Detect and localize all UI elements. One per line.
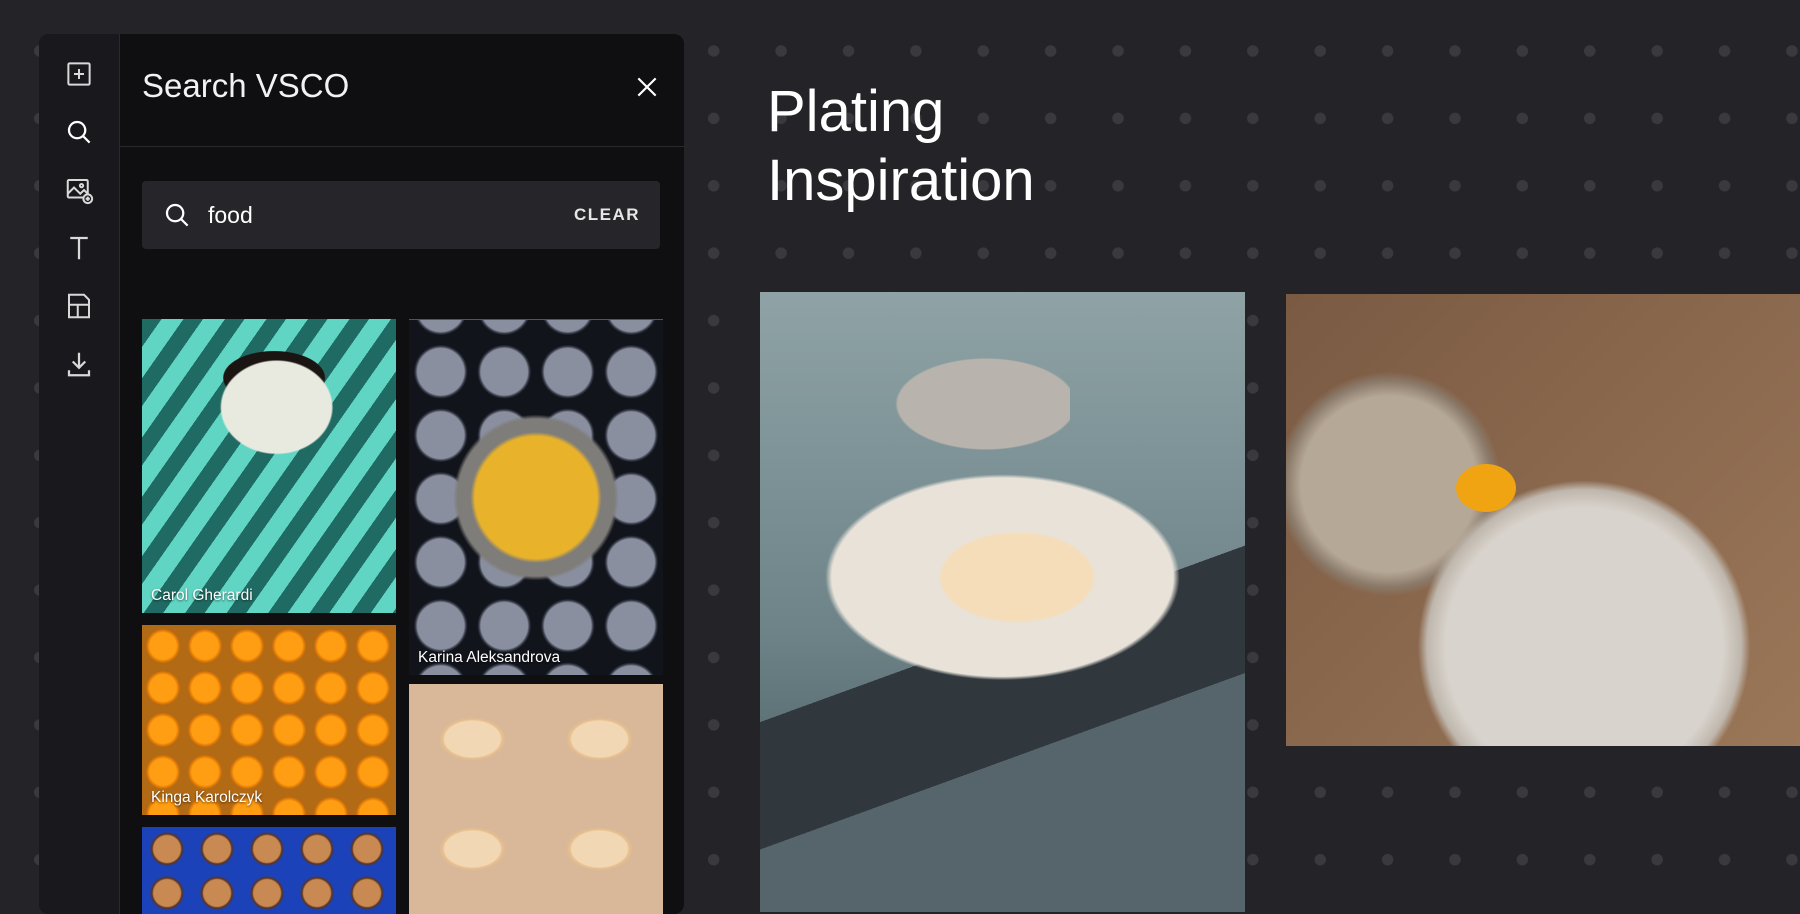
yolk-shape (1456, 464, 1516, 512)
close-icon[interactable] (634, 74, 660, 100)
search-icon (165, 203, 189, 227)
result-tile[interactable] (142, 827, 396, 914)
board-title-line: Plating (767, 79, 945, 144)
add-frame-button[interactable] (59, 54, 99, 94)
text-tool-button[interactable] (59, 228, 99, 268)
panel-title: Search VSCO (142, 67, 350, 104)
add-image-icon (66, 179, 94, 205)
board-image-plated-dish[interactable] (1286, 294, 1800, 746)
result-tile[interactable] (409, 684, 663, 914)
photo-credit: Carol Gherardi (151, 587, 253, 604)
tool-rail (39, 34, 120, 914)
layout-icon (68, 293, 90, 319)
spoon-shape (860, 292, 1070, 452)
clear-button[interactable]: CLEAR (574, 205, 640, 225)
search-area: Search VSCO CLEAR Carol Gherardi Karina … (120, 34, 684, 914)
board-title[interactable]: Plating Inspiration (767, 77, 1035, 215)
board-image-scallop[interactable] (760, 292, 1245, 912)
search-box: CLEAR (142, 181, 660, 249)
board-title-line: Inspiration (767, 148, 1035, 213)
photo-credit: Karina Aleksandrova (418, 649, 561, 666)
download-icon (67, 352, 91, 377)
search-icon (67, 120, 91, 144)
layout-tool-button[interactable] (59, 286, 99, 326)
download-button[interactable] (59, 344, 99, 384)
add-image-button[interactable] (59, 170, 99, 210)
photo-credit: Kinga Karolczyk (151, 789, 263, 806)
result-tile[interactable]: Carol Gherardi (142, 319, 396, 613)
search-tool-button[interactable] (59, 112, 99, 152)
result-tile[interactable]: Karina Aleksandrova (409, 319, 663, 675)
search-input[interactable] (208, 197, 508, 233)
result-tile[interactable]: Kinga Karolczyk (142, 625, 396, 815)
side-panel: Search VSCO CLEAR Carol Gherardi Karina … (39, 34, 684, 914)
search-header: Search VSCO (120, 34, 684, 147)
text-icon (70, 236, 88, 260)
add-frame-icon (67, 62, 91, 86)
